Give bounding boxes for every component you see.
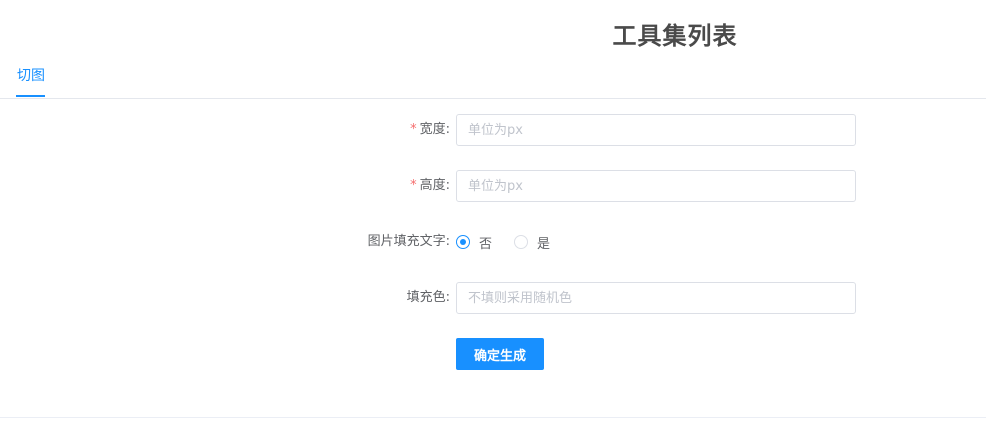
page-title: 工具集列表 <box>612 22 738 50</box>
width-row: * 宽度: <box>0 114 986 146</box>
width-label: * 宽度: <box>410 114 450 146</box>
tab-cut-image[interactable]: 切图 <box>17 58 45 96</box>
width-label-text: 宽度: <box>419 122 450 137</box>
active-tab-indicator <box>16 95 45 97</box>
radio-option-no[interactable]: 否 <box>456 233 492 252</box>
fill-text-row: 图片填充文字: 否 是 <box>0 226 986 258</box>
radio-option-yes-label: 是 <box>537 236 551 252</box>
fill-color-row: 填充色: <box>0 282 986 314</box>
bottom-divider <box>0 417 986 418</box>
radio-unchecked-icon[interactable] <box>514 235 529 249</box>
fill-color-label: 填充色: <box>406 290 450 305</box>
fill-text-radio-group: 否 是 <box>456 226 572 258</box>
radio-option-no-label: 否 <box>479 236 493 252</box>
page: 工具集列表 切图 *宽度: *高度: 图片填充文字: 否 是 <box>0 0 986 421</box>
tab-bar: 切图 <box>0 58 986 99</box>
height-row: * 高度: <box>0 170 986 202</box>
required-mark: * <box>410 178 417 193</box>
fill-color-input[interactable] <box>456 282 856 314</box>
radio-option-yes[interactable]: 是 <box>514 233 550 252</box>
height-label: * 高度: <box>410 170 450 202</box>
radio-checked-icon[interactable] <box>456 235 470 249</box>
height-input[interactable] <box>456 170 856 202</box>
required-mark: * <box>410 122 417 137</box>
generate-button[interactable]: 确定生成 <box>456 338 544 370</box>
width-input[interactable] <box>456 114 856 146</box>
height-label-text: 高度: <box>419 178 450 193</box>
fill-text-label: 图片填充文字: <box>367 234 450 249</box>
